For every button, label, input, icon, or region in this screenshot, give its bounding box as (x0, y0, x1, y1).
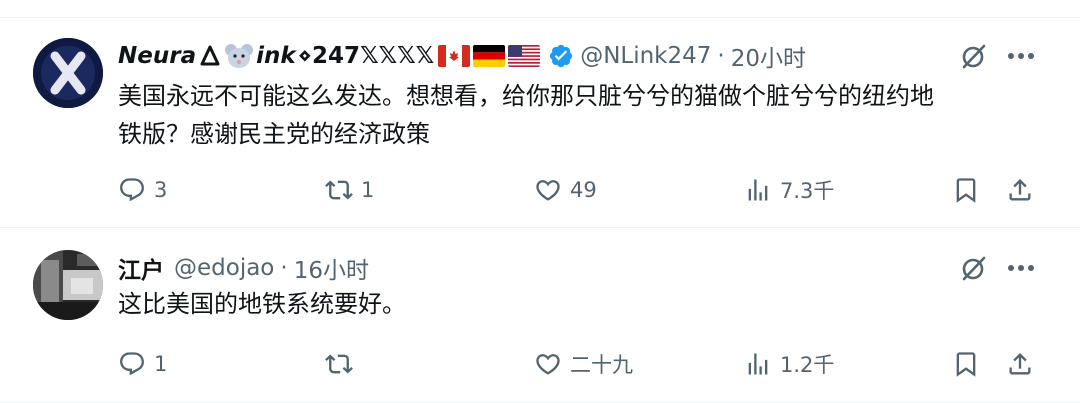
grok-icon[interactable] (957, 251, 991, 285)
avatar[interactable] (33, 38, 103, 108)
reply-icon (120, 178, 144, 202)
tweet-body-line: 美国永远不可能这么发达。想想看，给你那只脏兮兮的猫做个脏兮兮的纽约地 (118, 82, 934, 110)
canada-flag-icon (438, 45, 471, 67)
views-button[interactable]: 1.2千 (744, 344, 834, 384)
heart-icon (536, 180, 560, 201)
display-name[interactable]: 江户 (118, 251, 164, 285)
separator-dot: · (717, 43, 725, 69)
tweet-header: 江户 @edojao · 16小时 (118, 251, 369, 285)
separator-dot: · (280, 255, 288, 281)
share-icon (1009, 179, 1031, 201)
action-bar: 3 1 49 7.3千 (118, 170, 1040, 210)
handle[interactable]: @edojao (174, 255, 274, 281)
avatar[interactable] (33, 250, 103, 320)
analytics-icon (748, 353, 768, 375)
reply-count: 3 (154, 178, 168, 202)
views-button[interactable]: 7.3千 (744, 170, 834, 210)
mouse-emoji-icon (224, 43, 254, 69)
repost-icon (325, 180, 353, 200)
tweet-header: Neura ink ⋄247𝕏𝕏𝕏𝕏 @NLink247 · 20小时 (118, 39, 806, 73)
tweet-body: 这比美国的地铁系统要好。 (118, 285, 1038, 323)
tweet-edojao[interactable]: 江户 @edojao · 16小时 这比美国的地铁系统要好。 1 二十九 1.2… (0, 228, 1080, 402)
timestamp[interactable]: 20小时 (731, 39, 806, 73)
avatar-x-mark-icon (33, 38, 103, 108)
tweet-body: 美国永远不可能这么发达。想想看，给你那只脏兮兮的猫做个脏兮兮的纽约地 铁版？感谢… (118, 77, 1038, 153)
tweet-body-line: 这比美国的地铁系统要好。 (118, 290, 406, 318)
display-name-logo-icon (198, 43, 222, 69)
display-name-mid[interactable]: ink (256, 43, 296, 69)
like-button[interactable]: 二十九 (534, 344, 633, 384)
more-options-icon[interactable] (1004, 39, 1038, 73)
display-name-suffix[interactable]: ⋄247𝕏𝕏𝕏𝕏 (298, 43, 435, 69)
reply-button[interactable]: 1 (118, 344, 167, 384)
reply-icon (120, 352, 144, 376)
share-button[interactable] (1006, 344, 1034, 384)
reply-count: 1 (154, 352, 168, 376)
action-bar: 1 二十九 1.2千 (118, 344, 1040, 384)
like-count: 49 (570, 178, 597, 202)
bookmark-button[interactable] (952, 170, 980, 210)
repost-count: 1 (361, 178, 375, 202)
like-count: 二十九 (570, 353, 633, 377)
views-count: 7.3千 (780, 179, 835, 203)
handle[interactable]: @NLink247 (580, 43, 711, 69)
analytics-icon (748, 179, 768, 201)
display-name-prefix[interactable]: Neura (118, 43, 196, 69)
share-icon (1009, 353, 1031, 375)
views-count: 1.2千 (780, 353, 835, 377)
like-button[interactable]: 49 (534, 170, 597, 210)
share-button[interactable] (1006, 170, 1034, 210)
tweet-body-line: 铁版？感谢民主党的经济政策 (118, 120, 430, 148)
bookmark-icon (956, 352, 976, 377)
repost-button[interactable] (325, 344, 361, 384)
tweet-nlink247[interactable]: Neura ink ⋄247𝕏𝕏𝕏𝕏 @NLink247 · 20小时 美国永远… (0, 18, 1080, 227)
verified-badge-icon[interactable] (540, 43, 574, 69)
more-options-icon[interactable] (1004, 251, 1038, 285)
repost-button[interactable]: 1 (325, 170, 374, 210)
reply-button[interactable]: 3 (118, 170, 167, 210)
heart-icon (536, 354, 560, 375)
timestamp[interactable]: 16小时 (294, 251, 369, 285)
avatar-photo-icon (33, 250, 103, 320)
bookmark-button[interactable] (952, 344, 980, 384)
bookmark-icon (956, 178, 976, 203)
us-flag-icon (508, 45, 541, 67)
grok-icon[interactable] (957, 39, 991, 73)
germany-flag-icon (473, 45, 506, 67)
repost-icon (325, 354, 353, 374)
